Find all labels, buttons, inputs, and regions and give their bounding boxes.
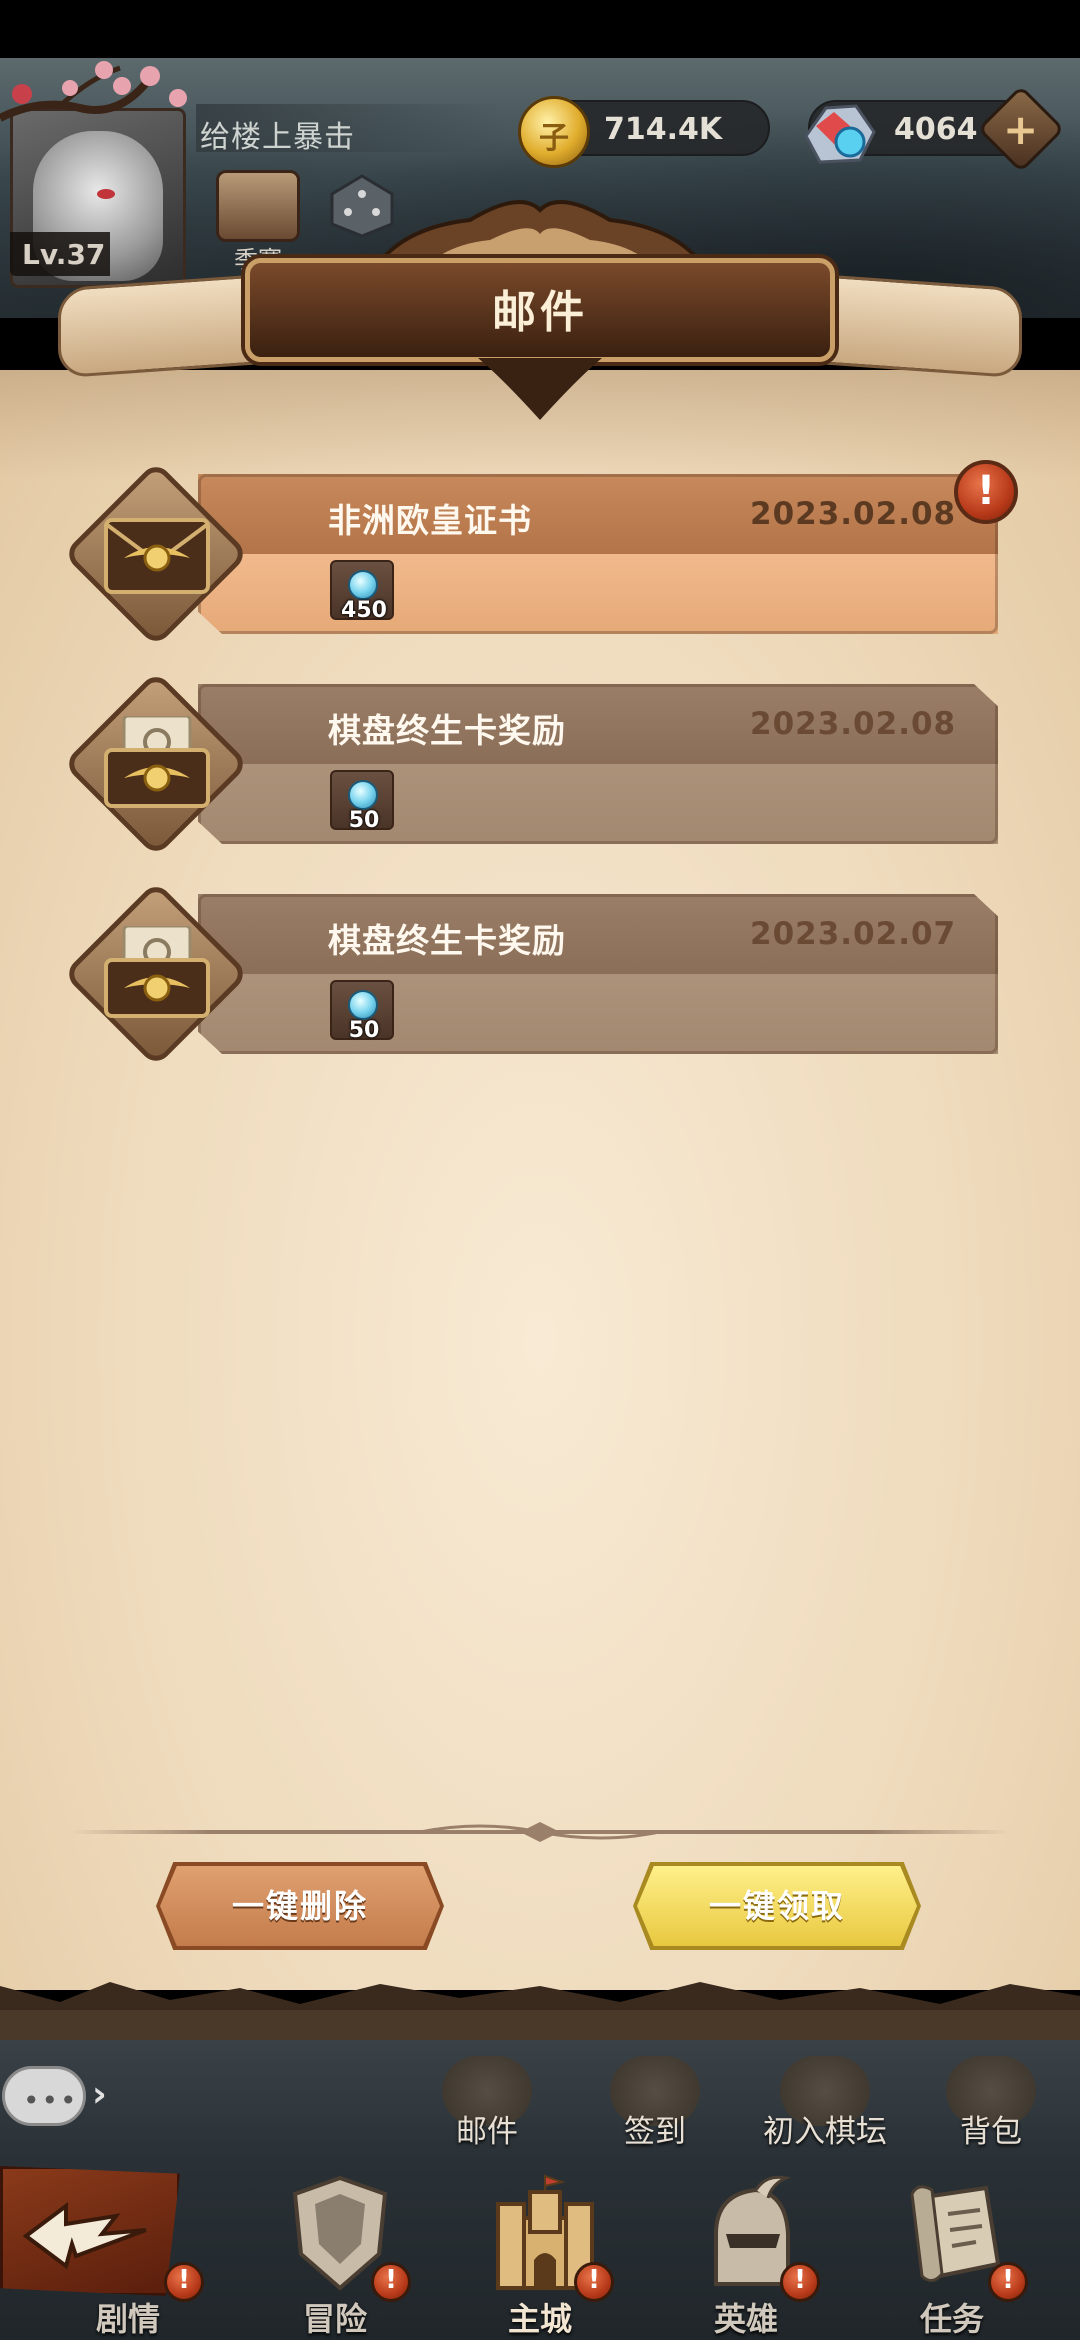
game-screen: Lv.37 给楼上暴击 714.4K 子 4064 + 季赛 邮件: [0, 0, 1080, 2340]
sub-nav-backpack[interactable]: 背包: [926, 2056, 1056, 2156]
delete-all-button[interactable]: 一键删除: [160, 1866, 440, 1946]
sub-nav-checkin[interactable]: 签到: [590, 2056, 720, 2156]
reward-quantity: 450: [341, 598, 387, 623]
alert-icon: !: [780, 2262, 820, 2302]
diamond-icon: [348, 990, 378, 1020]
chat-bubble-icon: •••: [2, 2066, 86, 2126]
sub-nav-label: 背包: [960, 2114, 1022, 2150]
mail-subject: 非洲欧皇证书: [328, 501, 532, 540]
mail-date: 2023.02.07: [750, 916, 957, 952]
nav-tab-story[interactable]: 剧情 !: [38, 2166, 218, 2340]
mail-subject: 棋盘终生卡奖励: [328, 711, 566, 750]
status-bar: [0, 0, 1080, 58]
coin-glyph: 子: [539, 121, 569, 156]
nav-tab-tasks[interactable]: 任务 !: [862, 2166, 1042, 2340]
diamond-icon: [348, 780, 378, 810]
reward-item[interactable]: 50: [330, 770, 394, 833]
mail-item[interactable]: 非洲欧皇证书 2023.02.08 450 !: [62, 460, 1018, 656]
mail-item[interactable]: 棋盘终生卡奖励 2023.02.08 50: [62, 670, 1010, 866]
gem-pile-icon: [804, 104, 876, 164]
nav-tab-label: 任务: [919, 2300, 984, 2338]
alert-icon: !: [371, 2262, 411, 2302]
sealed-envelope-icon: [104, 518, 210, 594]
chat-button[interactable]: ••• ›: [0, 2062, 130, 2134]
claim-all-button[interactable]: 一键领取: [637, 1866, 917, 1946]
nav-tab-main-city[interactable]: 主城 !: [450, 2166, 630, 2340]
sub-nav-label: 邮件: [456, 2114, 518, 2150]
alert-glyph: !: [976, 468, 996, 514]
player-name: 给楼上暴击: [200, 120, 355, 155]
banner-drop-ornament: [478, 358, 602, 420]
nav-tab-heroes[interactable]: 英雄 !: [656, 2166, 836, 2340]
nav-tab-label: 剧情: [95, 2300, 160, 2338]
mail-date: 2023.02.08: [750, 496, 957, 532]
unread-alert-icon: !: [954, 460, 1018, 524]
opened-envelope-icon: [104, 716, 210, 808]
alert-icon: !: [988, 2262, 1028, 2302]
reward-quantity: 50: [348, 808, 380, 833]
reward-item[interactable]: 50: [330, 980, 394, 1043]
sub-nav-mail[interactable]: 邮件: [422, 2056, 552, 2156]
title-banner: 邮件: [40, 190, 1040, 430]
nav-tab-label: 主城: [507, 2300, 572, 2338]
page-title: 邮件: [492, 287, 588, 338]
plus-icon: +: [1003, 104, 1039, 154]
mail-item[interactable]: 棋盘终生卡奖励 2023.02.07 50: [62, 880, 1010, 1076]
opened-envelope-icon: [104, 926, 210, 1018]
cherry-blossom-branch-icon: [0, 61, 187, 122]
diamond-icon: [348, 570, 378, 600]
gold-value: 714.4K: [604, 112, 723, 147]
reward-item[interactable]: 450: [330, 560, 394, 623]
sub-nav-beginner[interactable]: 初入棋坛: [760, 2056, 890, 2156]
gold-coin-icon: 子: [518, 96, 590, 168]
gem-value: 4064: [894, 112, 978, 147]
alert-icon: !: [574, 2262, 614, 2302]
mail-subject: 棋盘终生卡奖励: [328, 921, 566, 960]
mail-date: 2023.02.08: [750, 706, 957, 742]
nav-tab-adventure[interactable]: 冒险 !: [245, 2166, 425, 2340]
nav-tab-label: 冒险: [302, 2300, 367, 2338]
alert-icon: !: [164, 2262, 204, 2302]
sub-nav-label: 初入棋坛: [763, 2114, 887, 2150]
reward-quantity: 50: [348, 1018, 380, 1043]
nav-tab-label: 英雄: [713, 2300, 778, 2338]
sub-nav-label: 签到: [624, 2114, 686, 2150]
divider-ornament: [420, 1822, 660, 1842]
chevron-right-icon: ›: [92, 2074, 107, 2115]
